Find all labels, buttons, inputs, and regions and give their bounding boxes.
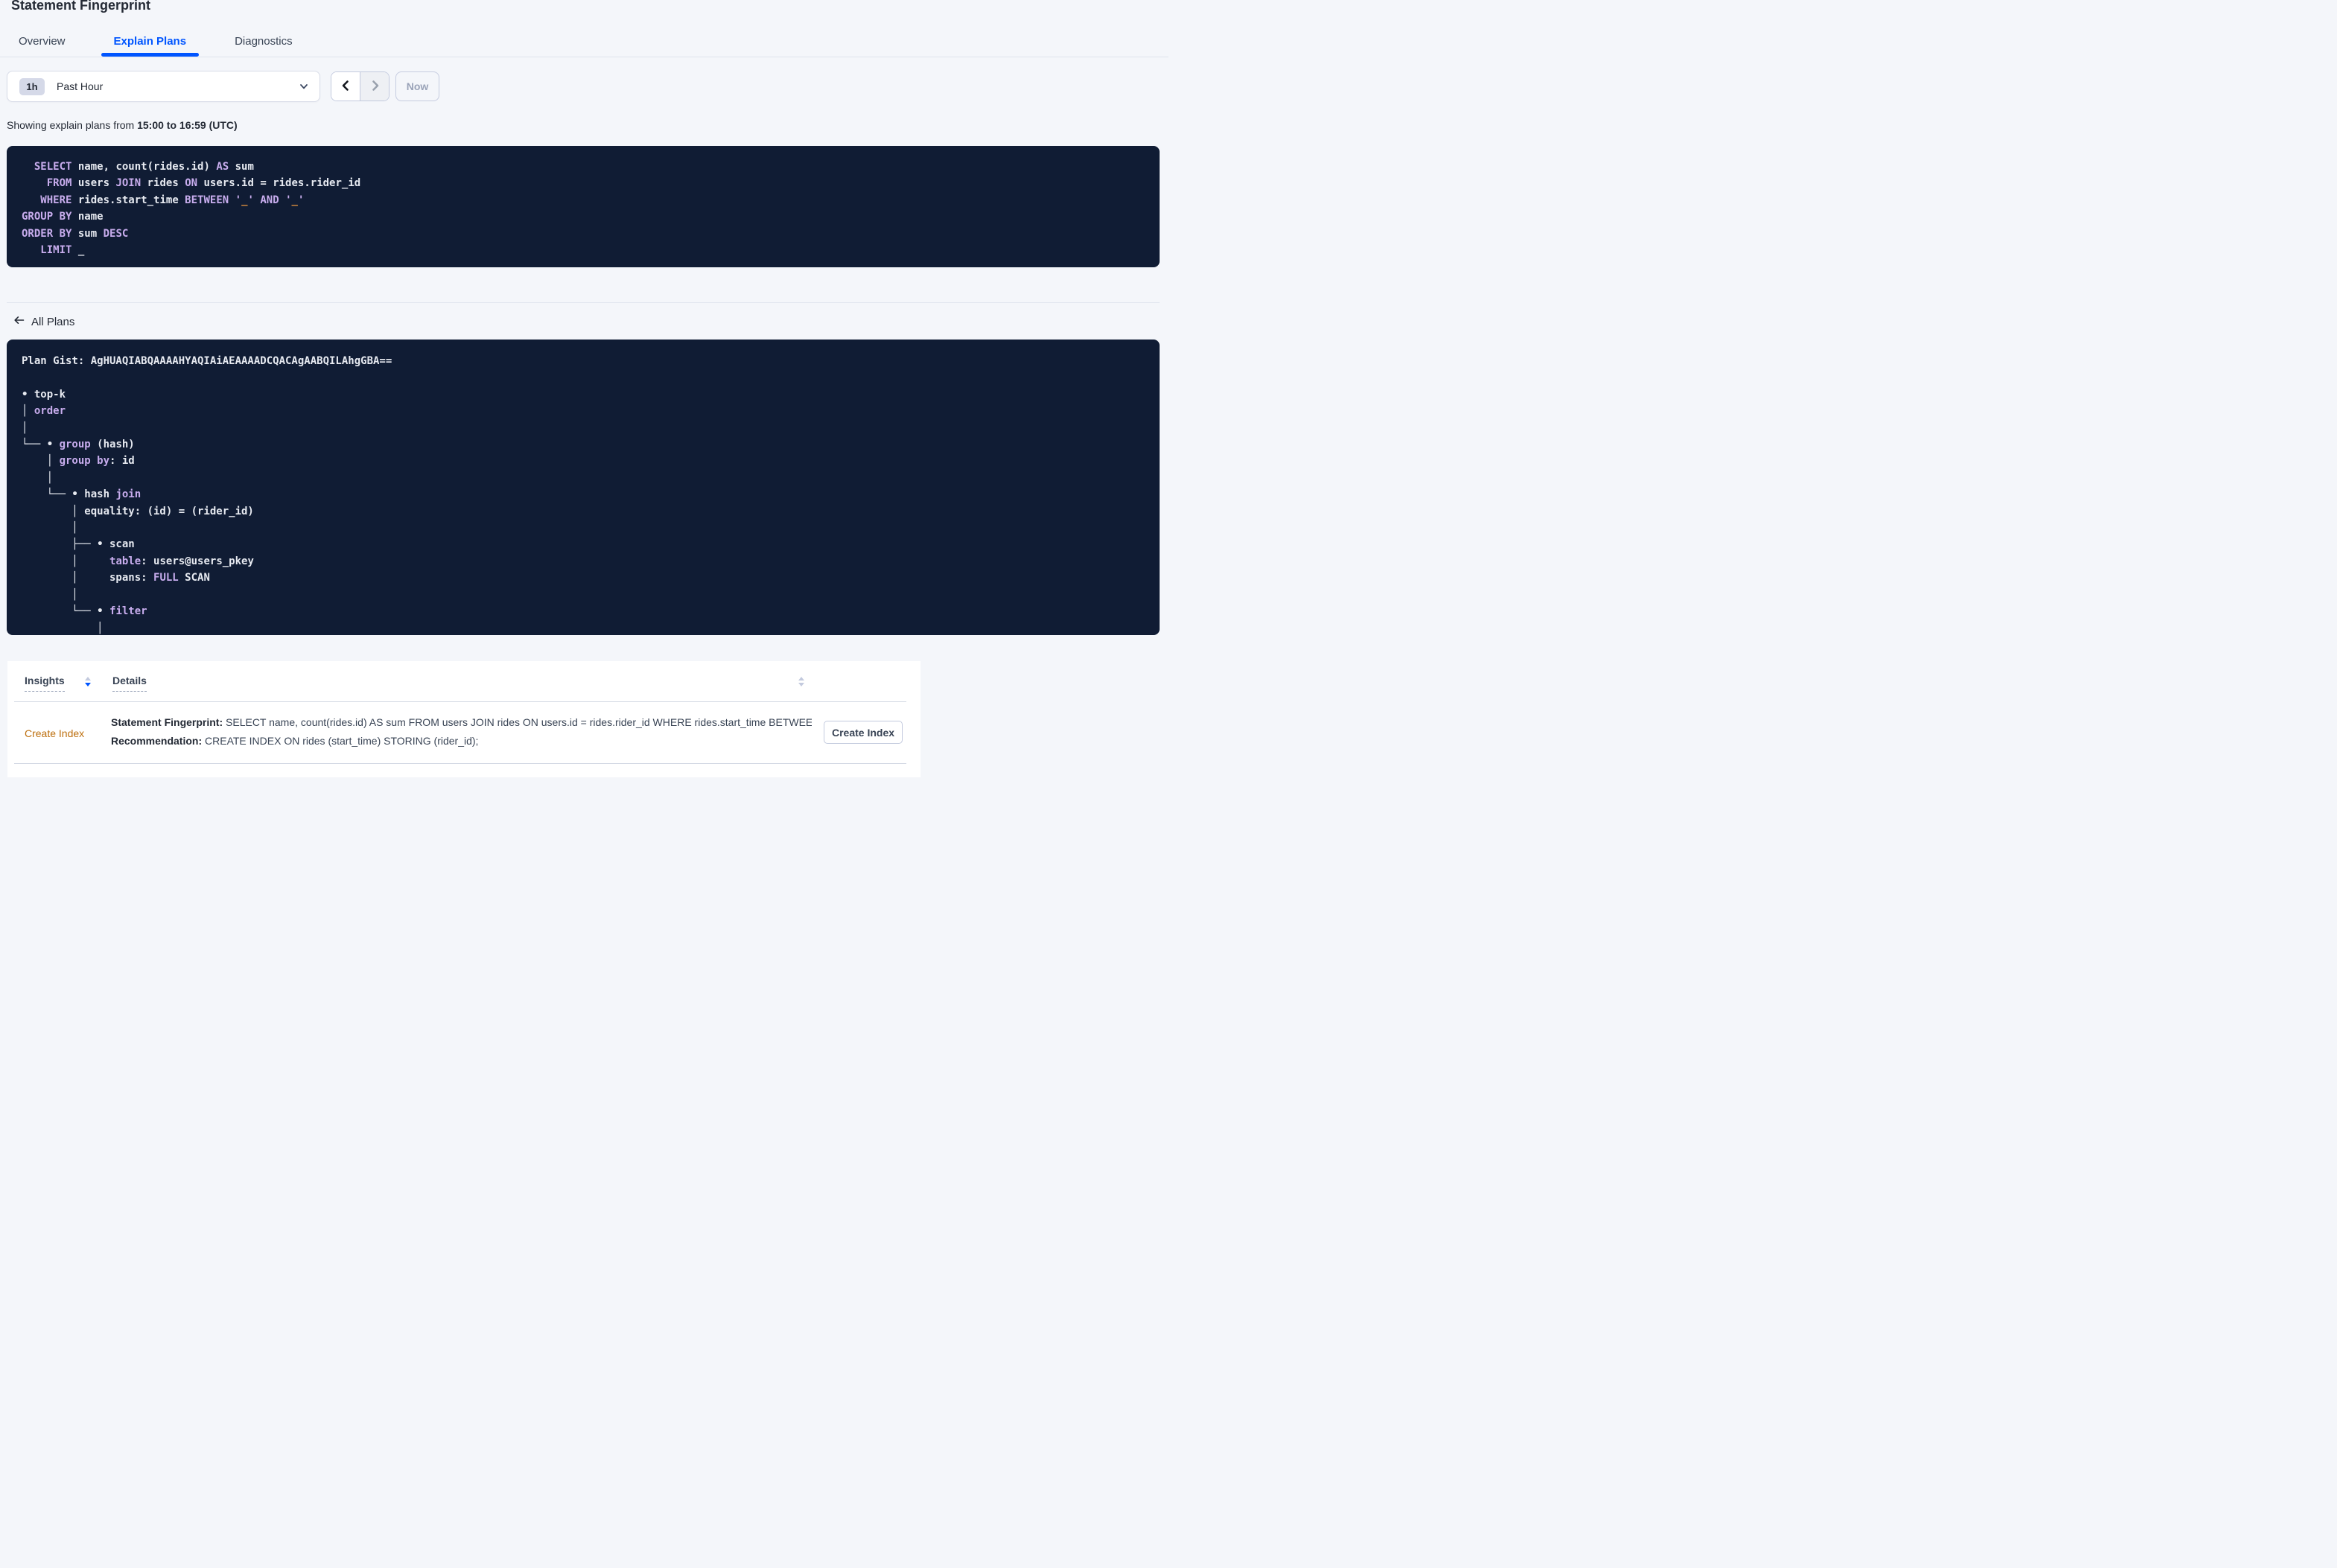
chevron-right-icon [369, 80, 381, 94]
code-line: │ [22, 522, 78, 535]
section-divider [7, 302, 1160, 303]
plan-gist-box: Plan Gist: AgHUAQIABQAAAAHYAQIAiAEAAAADC… [7, 340, 1160, 635]
code-line: Plan Gist: AgHUAQIABQAAAAHYAQIAiAEAAAADC… [22, 355, 392, 367]
time-pager [331, 71, 390, 101]
code-line: └── • filter [22, 605, 147, 618]
next-interval-button[interactable] [360, 72, 389, 101]
sql-fingerprint-box: SELECT name, count(rides.id) AS sum FROM… [7, 146, 1160, 267]
code-line: GROUP BY name [22, 211, 104, 223]
code-line: WHERE rides.start_time BETWEEN '_' AND '… [40, 194, 305, 206]
code-line: │ [22, 421, 28, 434]
back-arrow-icon [13, 315, 25, 328]
sort-down-arrow [798, 683, 804, 686]
code-line: FROM users JOIN rides ON users.id = ride… [46, 177, 361, 190]
insight-type-link[interactable]: Create Index [25, 727, 84, 739]
plan-tree: Plan Gist: AgHUAQIABQAAAAHYAQIAiAEAAAADC… [22, 353, 1145, 635]
showing-prefix: Showing explain plans from [7, 119, 138, 131]
chevron-down-icon [299, 81, 309, 92]
code-line: │ equality: (id) = (rider_id) [22, 505, 254, 517]
table-header-divider [14, 701, 906, 702]
table-row-divider [14, 763, 906, 764]
code-line: ORDER BY sum DESC [22, 227, 129, 240]
time-range-badge: 1h [19, 77, 45, 95]
code-line: └── • group (hash) [22, 439, 135, 451]
code-line: │ [22, 588, 78, 601]
sql-code: SELECT name, count(rides.id) AS sum FROM… [22, 159, 1145, 258]
statement-fingerprint-page: Statement Fingerprint Overview Explain Pl… [0, 0, 1168, 784]
all-plans-link[interactable]: All Plans [13, 315, 74, 328]
code-line: │ spans: FULL SCAN [22, 572, 210, 584]
sort-icon-details[interactable] [798, 677, 804, 686]
tab-diagnostics[interactable]: Diagnostics [222, 30, 305, 56]
page-title: Statement Fingerprint [11, 0, 151, 13]
all-plans-label: All Plans [31, 315, 75, 328]
time-range-label: Past Hour [57, 80, 104, 92]
code-line: SELECT name, count(rides.id) AS sum [34, 161, 254, 173]
code-line: LIMIT _ [40, 244, 85, 257]
showing-range-text: Showing explain plans from 15:00 to 16:5… [7, 119, 238, 131]
code-line: │ [22, 471, 54, 484]
showing-range: 15:00 to 16:59 (UTC) [137, 119, 238, 131]
sort-down-arrow [85, 683, 91, 686]
time-range-select[interactable]: 1h Past Hour [7, 71, 320, 102]
code-line: │ [22, 622, 104, 634]
chevron-left-icon [340, 80, 352, 94]
recommendation-line: Recommendation: CREATE INDEX ON rides (s… [111, 735, 479, 747]
sort-up-arrow [85, 677, 91, 681]
tab-bar: Overview Explain Plans Diagnostics [0, 30, 1168, 57]
code-line: │ group by: id [22, 455, 135, 468]
code-line: │ table: users@users_pkey [22, 555, 254, 567]
code-line: └── • hash join [22, 488, 142, 501]
column-header-details[interactable]: Details [112, 675, 147, 692]
statement-fingerprint-line: Statement Fingerprint: SELECT name, coun… [111, 716, 812, 728]
column-header-insights[interactable]: Insights [25, 675, 65, 692]
insight-details-cell: Statement Fingerprint: SELECT name, coun… [111, 716, 812, 753]
code-line: │ order [22, 405, 66, 418]
tab-explain-plans[interactable]: Explain Plans [101, 30, 200, 57]
sort-icon-insights[interactable] [85, 677, 91, 686]
code-line: • top-k [22, 388, 66, 401]
now-button[interactable]: Now [395, 71, 439, 101]
previous-interval-button[interactable] [331, 72, 360, 101]
sort-up-arrow [798, 677, 804, 681]
tab-overview[interactable]: Overview [6, 30, 78, 56]
code-line: ├── • scan [22, 538, 135, 551]
insights-card: Insights Details Create Index Statement … [7, 661, 921, 777]
create-index-button[interactable]: Create Index [824, 721, 903, 744]
